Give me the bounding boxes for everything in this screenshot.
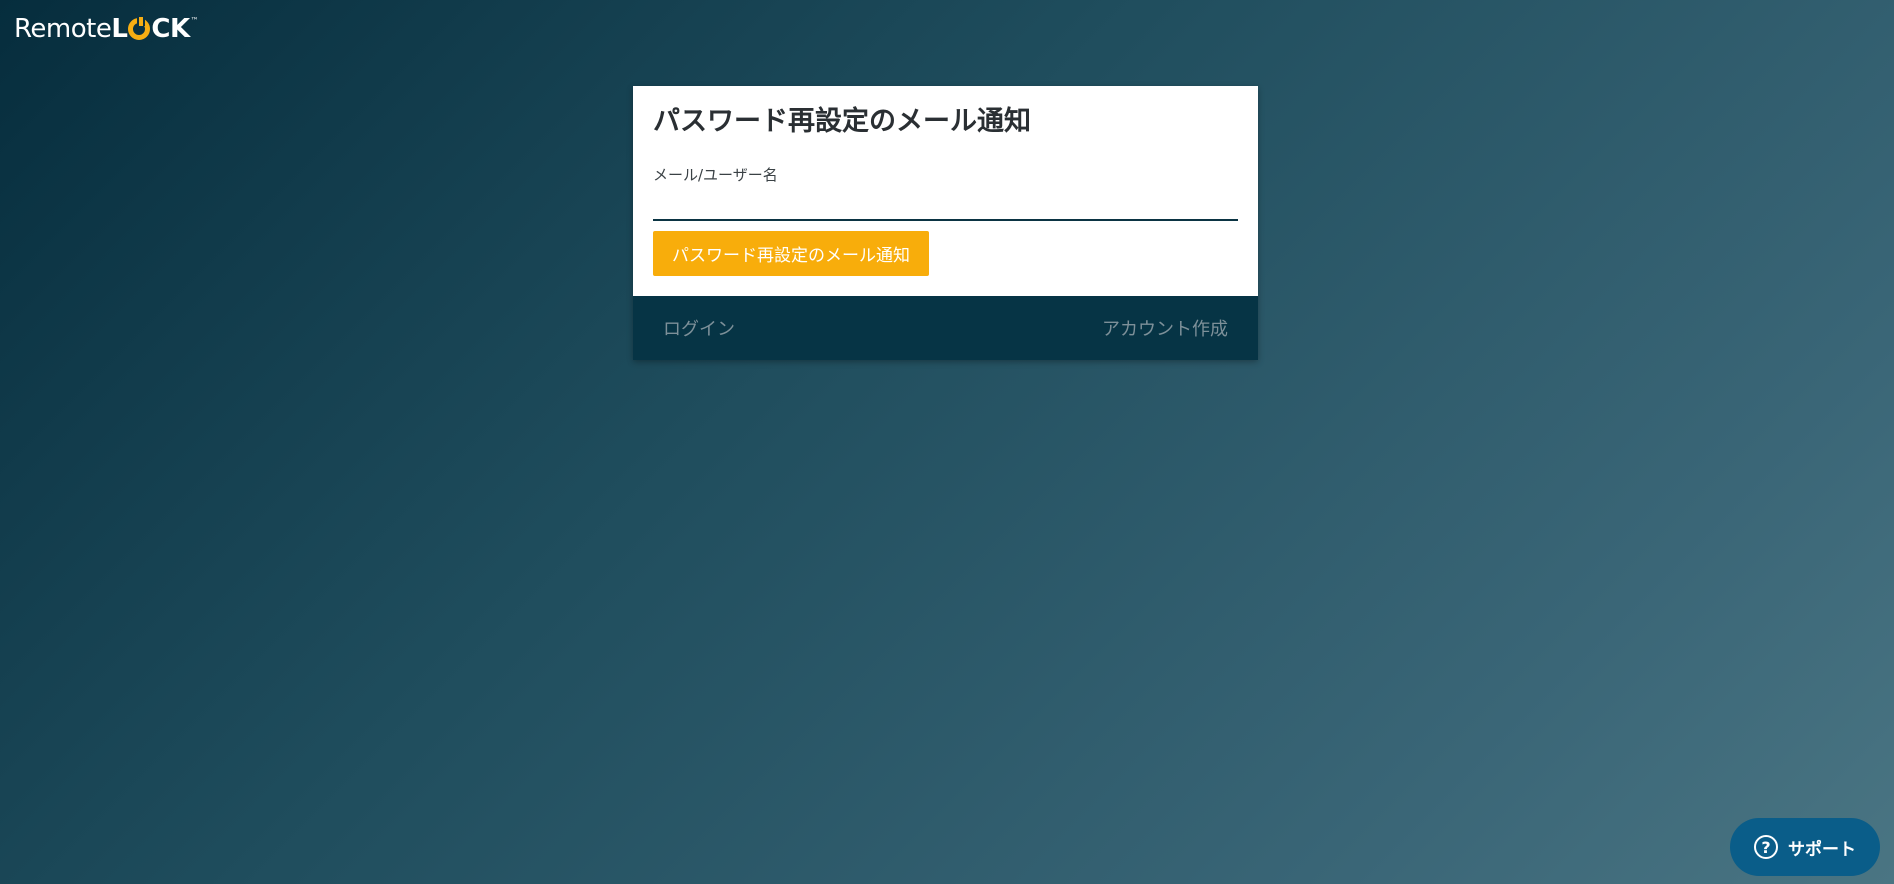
- page-title: パスワード再設定のメール通知: [653, 106, 1031, 137]
- support-button[interactable]: ? サポート: [1730, 818, 1880, 876]
- password-reset-card: パスワード再設定のメール通知 メール/ユーザー名 パスワード再設定のメール通知 …: [633, 86, 1258, 360]
- email-username-input[interactable]: [653, 185, 1238, 221]
- support-label: サポート: [1788, 839, 1856, 860]
- card-body: パスワード再設定のメール通知 メール/ユーザー名 パスワード再設定のメール通知: [633, 86, 1258, 296]
- logo-ck: CK: [151, 14, 190, 44]
- card-footer: ログイン アカウント作成: [633, 296, 1258, 360]
- send-reset-email-button[interactable]: パスワード再設定のメール通知: [653, 231, 929, 276]
- create-account-link[interactable]: アカウント作成: [1102, 315, 1228, 341]
- email-username-label: メール/ユーザー名: [653, 166, 778, 184]
- logo-lock-text: L CK: [111, 14, 190, 44]
- logo-l: L: [111, 14, 128, 44]
- question-circle-icon: ?: [1754, 835, 1778, 859]
- logo-trademark: ™: [190, 16, 199, 25]
- logo-remote-text: Remote: [14, 14, 112, 44]
- login-link[interactable]: ログイン: [663, 315, 735, 341]
- remotelock-logo: Remote L CK ™: [14, 14, 199, 44]
- logo-power-icon: [128, 17, 151, 40]
